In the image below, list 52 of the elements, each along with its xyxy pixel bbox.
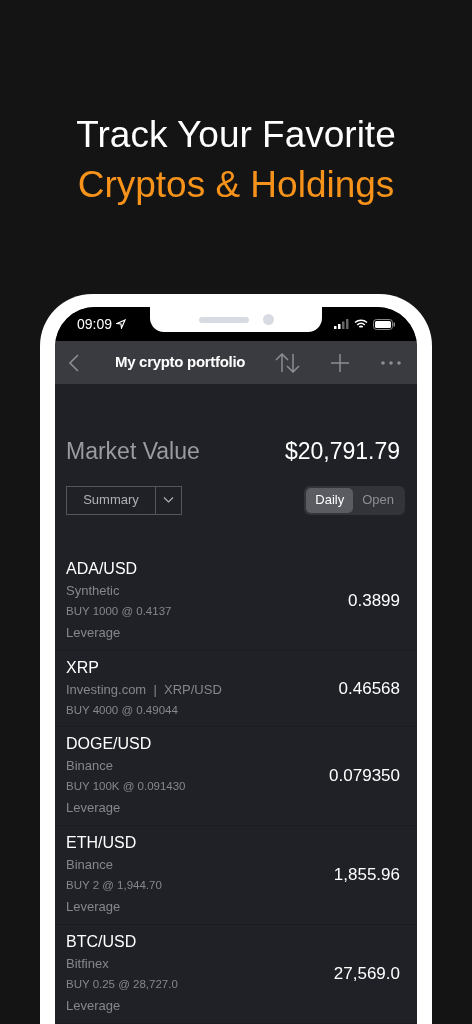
holding-price: 27,569.0 xyxy=(333,963,400,986)
holding-order: BUY 100K @ 0.091430 xyxy=(66,779,186,794)
holding-source: Binance xyxy=(66,856,114,874)
holding-row[interactable]: ETH/USD Binance BUY 2 @ 1,944.70 Leverage 1,855.96 xyxy=(55,826,417,925)
wifi-icon xyxy=(354,319,368,329)
holding-symbol: XRP xyxy=(66,658,100,678)
holding-source: Bitfinex xyxy=(66,955,110,973)
holding-symbol: BTC/USD xyxy=(66,932,138,952)
sort-icon xyxy=(275,352,300,373)
headline: Cryptos & Holdings xyxy=(77,163,395,207)
holding-order: BUY 2 @ 1,944.70 xyxy=(66,878,162,893)
location-icon xyxy=(116,319,127,329)
nav-title: My crypto portfolio xyxy=(115,352,246,373)
holding-price: 0.079350 xyxy=(329,765,400,788)
holding-source: Binance xyxy=(66,757,114,775)
holding-source: Synthetic xyxy=(66,582,121,600)
period-tab[interactable]: Daily xyxy=(306,487,354,513)
holding-symbol: ETH/USD xyxy=(66,833,138,853)
leverage-label: Leverage xyxy=(66,799,122,817)
more-button[interactable] xyxy=(381,360,401,365)
speaker-icon xyxy=(198,316,249,323)
holding-symbol: DOGE/USD xyxy=(66,734,153,754)
holding-price: 0.46568 xyxy=(338,677,400,700)
camera-icon xyxy=(262,314,274,325)
holding-row[interactable]: ADA/USD Synthetic BUY 1000 @ 0.4137 Leverage 0.3899 xyxy=(55,552,417,651)
holding-row[interactable]: DOGE/USD Binance BUY 100K @ 0.091430 Leverage 0.079350 xyxy=(55,727,417,826)
chevron-down-icon xyxy=(163,497,174,503)
leverage-label: Leverage xyxy=(66,624,122,642)
market-value-amount: $20,791.79 xyxy=(284,436,400,466)
summary-dropdown[interactable]: Summary xyxy=(66,485,182,515)
holding-price: 0.3899 xyxy=(348,590,400,613)
holding-source: Investing.com | XRP/USD xyxy=(66,681,222,699)
signal-icon xyxy=(334,319,349,329)
plus-icon xyxy=(331,353,349,372)
back-icon xyxy=(69,353,79,372)
market-value-label: Market Value xyxy=(66,436,200,466)
status-time: 09:09 xyxy=(77,314,113,334)
sort-button[interactable] xyxy=(275,352,300,373)
holding-order: BUY 1000 @ 0.4137 xyxy=(66,604,172,619)
leverage-label: Leverage xyxy=(66,997,122,1015)
period-tab[interactable]: Open xyxy=(353,487,403,513)
holding-order: BUY 0.25 @ 28,727.0 xyxy=(66,977,178,992)
headline: Track Your Favorite xyxy=(76,113,396,157)
more-icon xyxy=(381,360,401,365)
leverage-label: Leverage xyxy=(66,898,122,916)
holding-row[interactable]: BTC/USD Bitfinex BUY 0.25 @ 28,727.0 Leverage 27,569.0 xyxy=(55,925,417,1024)
add-button[interactable] xyxy=(331,353,349,372)
battery-icon xyxy=(373,318,395,330)
holding-order: BUY 4000 @ 0.49044 xyxy=(66,703,179,718)
holding-row[interactable]: XRP Investing.com | XRP/USD BUY 4000 @ 0.49044 0.46568 xyxy=(55,651,417,727)
holding-symbol: ADA/USD xyxy=(66,559,139,579)
holding-price: 1,855.96 xyxy=(333,864,400,887)
